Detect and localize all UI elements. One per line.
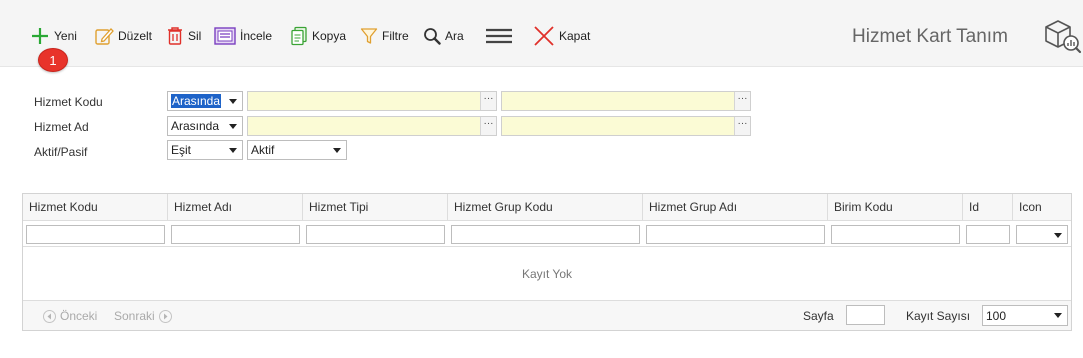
edit-button[interactable]: Düzelt: [94, 25, 152, 47]
filter-label-hizmet-ad: Hizmet Ad: [34, 120, 89, 134]
page-number-input[interactable]: [846, 305, 885, 325]
filter-label-aktif-pasif: Aktif/Pasif: [34, 145, 88, 159]
filter-input-hizmet-kodu[interactable]: [26, 225, 165, 244]
delete-button-label: Sil: [188, 29, 202, 43]
grid-filter-row: [23, 221, 1071, 247]
column-header-hizmet-kodu[interactable]: Hizmet Kodu: [23, 194, 168, 221]
chevron-down-icon: [229, 124, 237, 129]
empty-message: Kayıt Yok: [521, 267, 573, 281]
column-header-hizmet-grup-kodu[interactable]: Hizmet Grup Kodu: [448, 194, 643, 221]
record-count-value: 100: [986, 308, 1007, 323]
page-title: Hizmet Kart Tanım: [852, 26, 1008, 47]
filter-input-id[interactable]: [966, 225, 1010, 244]
column-header-icon[interactable]: Icon: [1013, 194, 1071, 221]
next-page-label: Sonraki: [114, 309, 155, 323]
data-grid: Hizmet Kodu Hizmet Adı Hizmet Tipi Hizme…: [22, 193, 1072, 331]
chevron-down-icon: [1054, 233, 1062, 238]
page-label: Sayfa: [803, 309, 834, 323]
copy-button[interactable]: Kopya: [290, 25, 346, 47]
copy-button-label: Kopya: [312, 29, 347, 43]
filter-input-hizmet-tipi[interactable]: [306, 225, 445, 244]
inspect-button[interactable]: İncele: [214, 25, 272, 47]
operator-select-hizmet-ad[interactable]: Arasında: [167, 116, 243, 136]
edit-button-label: Düzelt: [118, 29, 153, 43]
search-button-label: Ara: [445, 29, 464, 43]
column-header-hizmet-tipi[interactable]: Hizmet Tipi: [303, 194, 448, 221]
filter-input-hizmet-grup-kodu[interactable]: [451, 225, 640, 244]
grid-header: Hizmet Kodu Hizmet Adı Hizmet Tipi Hizme…: [23, 194, 1071, 221]
filter-select-icon[interactable]: [1016, 225, 1068, 244]
filter-button-label: Filtre: [382, 29, 409, 43]
hizmet-ad-from-input[interactable]: ···: [247, 116, 497, 136]
next-page-button[interactable]: Sonraki: [114, 309, 172, 323]
record-count-select[interactable]: 100: [982, 305, 1068, 326]
aktif-pasif-value: Aktif: [251, 143, 275, 157]
cube-search-icon: [1044, 19, 1082, 58]
plus-icon: [30, 26, 50, 46]
operator-value: Arasında: [171, 119, 220, 133]
new-button-label: Yeni: [54, 29, 77, 43]
column-header-birim-kodu[interactable]: Birim Kodu: [828, 194, 963, 221]
hizmet-ad-to-input[interactable]: ···: [501, 116, 751, 136]
edit-icon: [94, 26, 114, 46]
new-button[interactable]: Yeni: [30, 25, 77, 47]
search-icon: [423, 26, 441, 46]
lookup-button[interactable]: ···: [734, 92, 750, 110]
aktif-pasif-select[interactable]: Aktif: [247, 140, 347, 160]
inspect-icon: [214, 26, 236, 46]
chevron-right-icon: [158, 309, 172, 323]
chevron-left-icon: [43, 309, 56, 323]
filter-input-hizmet-adi[interactable]: [171, 225, 300, 244]
chevron-down-icon: [229, 99, 237, 104]
copy-icon: [290, 26, 308, 46]
pager: Önceki Sonraki Sayfa Kayıt Sayısı 100: [23, 300, 1071, 330]
column-header-hizmet-grup-adi[interactable]: Hizmet Grup Adı: [643, 194, 828, 221]
operator-select-aktif-pasif[interactable]: Eşit: [167, 140, 243, 160]
chevron-down-icon: [333, 148, 341, 153]
hizmet-kodu-from-input[interactable]: ···: [247, 91, 497, 111]
previous-page-label: Önceki: [60, 309, 98, 323]
menu-button[interactable]: [485, 25, 513, 47]
lookup-button[interactable]: ···: [734, 117, 750, 135]
search-button[interactable]: Ara: [423, 25, 464, 47]
close-button-label: Kapat: [559, 29, 591, 43]
hizmet-kodu-to-input[interactable]: ···: [501, 91, 751, 111]
toolbar: Yeni Düzelt Sil İncele Kopya Filtre Ara …: [0, 0, 1083, 67]
hamburger-icon: [485, 26, 513, 46]
close-button[interactable]: Kapat: [533, 25, 590, 47]
close-icon: [533, 25, 555, 47]
operator-value: Eşit: [171, 143, 192, 157]
trash-icon: [166, 26, 184, 46]
column-header-hizmet-adi[interactable]: Hizmet Adı: [168, 194, 303, 221]
inspect-button-label: İncele: [240, 29, 273, 43]
filter-button[interactable]: Filtre: [360, 25, 409, 47]
column-header-id[interactable]: Id: [963, 194, 1013, 221]
previous-page-button[interactable]: Önceki: [43, 309, 97, 323]
filter-input-birim-kodu[interactable]: [831, 225, 960, 244]
record-count-label: Kayıt Sayısı: [906, 309, 971, 323]
operator-value: Arasında: [171, 94, 222, 108]
chevron-down-icon: [1054, 313, 1062, 318]
filter-label-hizmet-kodu: Hizmet Kodu: [34, 95, 103, 109]
notification-badge: 1: [38, 48, 68, 72]
chevron-down-icon: [229, 148, 237, 153]
lookup-button[interactable]: ···: [480, 117, 496, 135]
delete-button[interactable]: Sil: [166, 25, 201, 47]
filter-input-hizmet-grup-adi[interactable]: [646, 225, 825, 244]
funnel-icon: [360, 26, 378, 46]
lookup-button[interactable]: ···: [480, 92, 496, 110]
operator-select-hizmet-kodu[interactable]: Arasında: [167, 91, 243, 111]
